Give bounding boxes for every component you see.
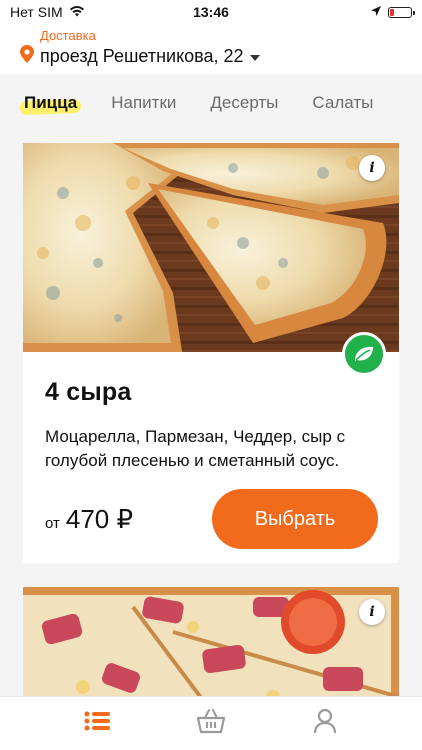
product-name: 4 сыра: [45, 378, 132, 406]
price-prefix: от: [45, 514, 60, 532]
profile-icon: [313, 708, 337, 739]
price-row: от 470 ₽ Выбрать: [45, 489, 378, 549]
tab-pizza[interactable]: Пицца: [24, 93, 77, 113]
nav-basket[interactable]: [181, 704, 241, 744]
bottom-navigation: [0, 696, 422, 750]
delivery-label: Доставка: [40, 28, 96, 43]
vegetarian-leaf-icon: [342, 332, 386, 376]
pizza-image: i: [23, 143, 399, 352]
info-button[interactable]: i: [359, 155, 385, 181]
product-details: 4 сыра Моцарелла, Пармезан, Чеддер, сыр …: [23, 352, 399, 549]
chevron-down-icon: [249, 48, 260, 66]
tab-salads[interactable]: Салаты: [312, 93, 373, 113]
basket-icon: [196, 708, 226, 739]
product-description: Моцарелла, Пармезан, Чеддер, сыр с голуб…: [45, 427, 346, 470]
choose-button[interactable]: Выбрать: [212, 489, 378, 549]
nav-profile[interactable]: [295, 704, 355, 744]
wifi-icon: [69, 4, 85, 20]
nav-menu[interactable]: [67, 704, 127, 744]
status-bar: Нет SIM 13:46: [0, 0, 422, 24]
status-right: [370, 4, 415, 20]
battery-fill: [390, 8, 394, 16]
delivery-header: Доставка проезд Решетникова, 22: [0, 24, 422, 74]
battery-icon: [388, 6, 415, 18]
price: от 470 ₽: [45, 504, 133, 535]
carrier-label: Нет SIM: [10, 4, 63, 20]
address-selector[interactable]: проезд Решетникова, 22: [20, 45, 402, 68]
price-value: 470 ₽: [65, 503, 134, 534]
tab-drinks[interactable]: Напитки: [111, 93, 176, 113]
location-arrow-icon: [370, 4, 382, 20]
menu-list-icon: [84, 711, 110, 736]
address-text: проезд Решетникова, 22: [40, 46, 244, 66]
tab-desserts[interactable]: Десерты: [210, 93, 278, 113]
location-pin-icon: [20, 45, 34, 68]
category-tabs: Пицца Напитки Десерты Салаты: [0, 82, 422, 124]
info-button[interactable]: i: [359, 599, 385, 625]
status-left: Нет SIM: [10, 4, 85, 20]
product-card: i 4 сыра Моцарелла, Пармезан, Чеддер, сы…: [23, 143, 399, 563]
